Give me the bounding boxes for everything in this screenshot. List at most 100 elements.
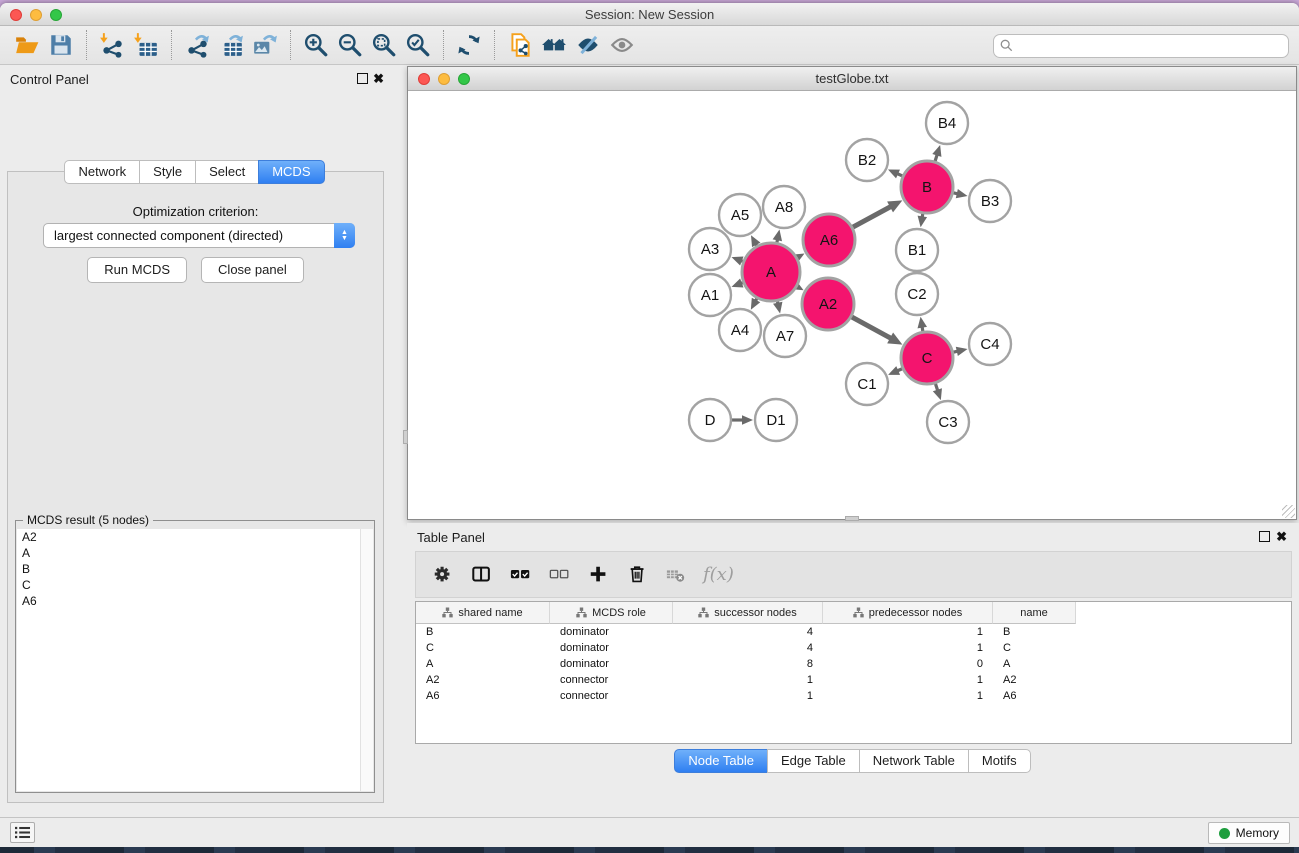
column-header-label: name [1020, 607, 1048, 619]
save-session-icon [48, 32, 74, 58]
zoom-selected-button[interactable] [401, 30, 435, 60]
split-column-button[interactable] [467, 560, 497, 590]
app-titlebar: Session: New Session [0, 3, 1299, 26]
unselect-all-columns-button[interactable] [545, 560, 575, 590]
table-cell[interactable]: 0 [823, 656, 993, 672]
node-table: shared nameMCDS rolesuccessor nodesprede… [415, 601, 1292, 744]
table-cell[interactable]: C [416, 640, 550, 656]
table-cell[interactable]: B [416, 624, 550, 640]
graph-edge-A6-B[interactable] [853, 206, 892, 227]
column-header-name[interactable]: name [993, 602, 1076, 624]
table-cell[interactable]: A [416, 656, 550, 672]
export-image-button[interactable] [248, 30, 282, 60]
graph-node-label-A3: A3 [701, 241, 719, 258]
import-table-button[interactable] [129, 30, 163, 60]
zoom-out-button[interactable] [333, 30, 367, 60]
table-cell[interactable]: B [993, 624, 1076, 640]
function-builder-button[interactable]: f(x) [701, 564, 734, 585]
graph-arrowhead-D-D1 [742, 415, 753, 425]
control-panel-tabs: NetworkStyleSelectMCDS [0, 160, 390, 184]
graph-node-label-B: B [922, 179, 932, 196]
zoom-fit-icon [371, 32, 397, 58]
column-header-successor-nodes[interactable]: successor nodes [673, 602, 823, 624]
settings-button[interactable] [428, 560, 458, 590]
table-cell[interactable]: A6 [993, 688, 1076, 704]
table-cell[interactable]: dominator [550, 640, 673, 656]
zoom-fit-button[interactable] [367, 30, 401, 60]
tab-mcds[interactable]: MCDS [258, 160, 324, 184]
table-cell[interactable]: A2 [993, 672, 1076, 688]
result-item: C [17, 577, 373, 593]
run-mcds-button[interactable]: Run MCDS [87, 257, 187, 283]
export-table-icon [218, 32, 244, 58]
memory-button[interactable]: Memory [1208, 822, 1290, 844]
eye-slash-button[interactable] [571, 30, 605, 60]
open-session-button[interactable] [10, 30, 44, 60]
tab-network[interactable]: Network [64, 160, 140, 184]
table-cell[interactable]: 1 [673, 672, 823, 688]
close-panel-icon[interactable]: ✖ [373, 71, 384, 87]
tab-motifs[interactable]: Motifs [968, 749, 1031, 773]
delete-table-button[interactable] [662, 560, 692, 590]
table-cell[interactable]: dominator [550, 624, 673, 640]
tab-style[interactable]: Style [139, 160, 196, 184]
result-item: A6 [17, 593, 373, 609]
import-network-button[interactable] [95, 30, 129, 60]
export-table-button[interactable] [214, 30, 248, 60]
table-cell[interactable]: 4 [673, 640, 823, 656]
graph-node-label-A7: A7 [776, 328, 794, 345]
table-cell[interactable]: dominator [550, 656, 673, 672]
optimization-label: Optimization criterion: [8, 204, 383, 219]
copy-network-button[interactable] [503, 30, 537, 60]
table-cell[interactable]: connector [550, 688, 673, 704]
memory-status-icon [1219, 828, 1230, 839]
tab-select[interactable]: Select [195, 160, 259, 184]
double-home-button[interactable] [537, 30, 571, 60]
close-panel-button[interactable]: Close panel [201, 257, 304, 283]
task-history-button[interactable] [10, 822, 35, 843]
save-session-button[interactable] [44, 30, 78, 60]
search-input[interactable] [993, 34, 1289, 58]
table-cell[interactable]: 8 [673, 656, 823, 672]
refresh-view-button[interactable] [452, 30, 486, 60]
table-cell[interactable]: 4 [673, 624, 823, 640]
table-cell[interactable]: A2 [416, 672, 550, 688]
table-cell[interactable]: 1 [823, 640, 993, 656]
table-cell[interactable]: 1 [823, 624, 993, 640]
control-panel: Control Panel ✖ NetworkStyleSelectMCDS O… [0, 65, 390, 811]
table-cell[interactable]: 1 [673, 688, 823, 704]
column-header-MCDS-role[interactable]: MCDS role [550, 602, 673, 624]
table-float-panel-icon[interactable] [1259, 531, 1270, 542]
float-panel-icon[interactable] [357, 73, 368, 84]
window-resize-grip[interactable] [1282, 505, 1295, 518]
table-cell[interactable]: 1 [823, 688, 993, 704]
table-body: Bdominator41BCdominator41CAdominator80AA… [416, 624, 1291, 704]
table-cell[interactable]: 1 [823, 672, 993, 688]
export-network-button[interactable] [180, 30, 214, 60]
column-tree-icon [853, 607, 864, 618]
zoom-in-button[interactable] [299, 30, 333, 60]
tab-node-table[interactable]: Node Table [674, 749, 768, 773]
result-scrollbar[interactable] [360, 529, 373, 791]
table-cell[interactable]: connector [550, 672, 673, 688]
tab-edge-table[interactable]: Edge Table [767, 749, 860, 773]
table-close-panel-icon[interactable]: ✖ [1276, 529, 1287, 545]
table-cell[interactable]: C [993, 640, 1076, 656]
column-header-predecessor-nodes[interactable]: predecessor nodes [823, 602, 993, 624]
add-column-button[interactable] [584, 560, 614, 590]
graph-node-label-C2: C2 [907, 286, 926, 303]
column-header-shared-name[interactable]: shared name [416, 602, 550, 624]
optimization-dropdown[interactable]: largest connected component (directed) ▲… [43, 223, 355, 248]
open-session-icon [14, 32, 40, 58]
table-cell[interactable]: A6 [416, 688, 550, 704]
table-cell[interactable]: A [993, 656, 1076, 672]
splitter-handle-vertical[interactable] [403, 430, 408, 444]
delete-column-button[interactable] [623, 560, 653, 590]
splitter-handle-horizontal[interactable] [845, 516, 859, 521]
graph-arrowhead-A-A7 [773, 302, 782, 314]
eye-button[interactable] [605, 30, 639, 60]
network-canvas[interactable]: B4B2BB3A8A5A6A3B1AA1C2A2A4A7C4CC1C3DD1 [408, 91, 1296, 519]
tab-network-table[interactable]: Network Table [859, 749, 969, 773]
graph-edge-A2-C[interactable] [852, 317, 892, 339]
select-all-columns-button[interactable] [506, 560, 536, 590]
